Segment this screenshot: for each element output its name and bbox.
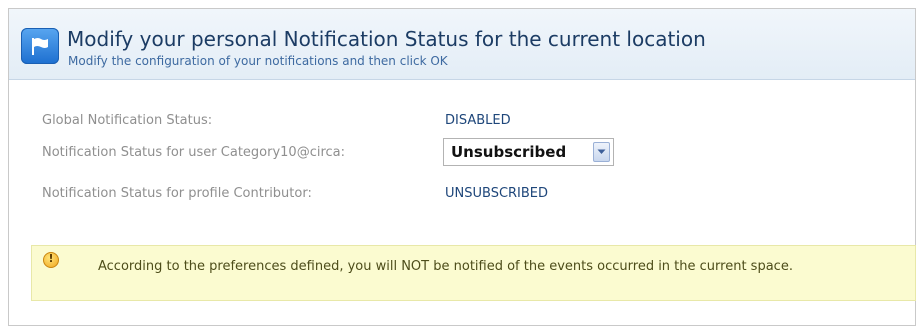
warning-box: ! According to the preferences defined, … [31,245,916,301]
global-status-value: DISABLED [445,113,511,128]
notification-panel: Modify your personal Notification Status… [8,8,916,326]
warning-message: According to the preferences defined, yo… [98,259,793,274]
user-status-selected-value: Unsubscribed [451,143,567,161]
panel-header: Modify your personal Notification Status… [9,9,915,80]
chevron-down-icon[interactable] [593,142,610,162]
page-subtitle: Modify the configuration of your notific… [68,54,448,68]
user-status-label: Notification Status for user Category10@… [42,145,346,160]
profile-status-label: Notification Status for profile Contribu… [42,186,312,201]
global-status-label: Global Notification Status: [42,113,213,128]
flag-icon [21,28,59,64]
page-title: Modify your personal Notification Status… [67,27,706,51]
user-status-select[interactable]: Unsubscribed [443,138,614,166]
profile-status-value: UNSUBSCRIBED [445,186,549,201]
